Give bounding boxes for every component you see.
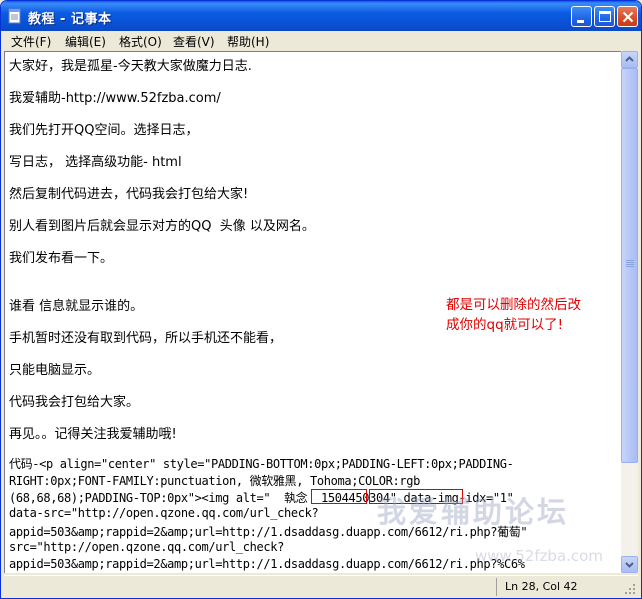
scroll-up-button[interactable]	[621, 51, 638, 68]
window-title: 教程 - 记事本	[28, 12, 112, 27]
text-line: 别人看到图片后就会显示对方的QQ 头像 以及网名。	[9, 219, 315, 234]
vertical-scrollbar[interactable]	[621, 51, 638, 573]
text-line: 然后复制代码进去，代码我会打包给大家!	[9, 187, 249, 202]
title-bar[interactable]: 教程 - 记事本	[1, 1, 641, 31]
text-editor[interactable]: 大家好，我是孤星-今天教大家做魔力日志. 我爱辅助-http://www.52f…	[4, 51, 621, 573]
menu-bar: 文件(F) 编辑(E) 格式(O) 查看(V) 帮助(H)	[4, 31, 638, 50]
resize-grip-icon[interactable]	[624, 583, 636, 595]
close-button[interactable]	[617, 6, 638, 27]
scroll-down-button[interactable]	[621, 556, 638, 573]
menu-view[interactable]: 查看(V)	[173, 33, 215, 50]
text-line: 谁看 信息就显示谁的。	[9, 299, 144, 314]
watermark-url: www.52fzba.com	[475, 547, 603, 565]
minimize-button[interactable]	[571, 6, 592, 27]
text-line: 我们先打开QQ空间。选择日志，	[9, 123, 199, 138]
nickname-highlight-box	[311, 489, 367, 504]
code-line: appid=503&amp;rappid=2&amp;url=http://1.…	[9, 557, 525, 571]
text-line: 代码我会打包给大家。	[9, 395, 140, 410]
text-line: 大家好，我是孤星-今天教大家做魔力日志.	[9, 59, 252, 74]
notepad-icon	[8, 8, 21, 24]
code-line: RIGHT:0px;FONT-FAMILY:punctuation, 微软雅黑,…	[9, 474, 420, 488]
watermark-text: 我爱辅助论坛	[377, 495, 570, 529]
chevron-up-icon	[625, 56, 634, 62]
minimize-icon	[577, 20, 584, 23]
text-line: 我爱辅助-http://www.52fzba.com/	[9, 91, 221, 106]
text-line: 我们发布看一下。	[9, 251, 114, 266]
menu-edit[interactable]: 编辑(E)	[65, 33, 106, 50]
maximize-icon	[599, 11, 611, 22]
text-line: 再见。。记得关注我爱辅助哦!	[9, 427, 177, 442]
text-line: 手机暂时还没有取到代码，所以手机还不能看，	[9, 331, 283, 346]
maximize-button[interactable]	[594, 6, 615, 27]
menu-help[interactable]: 帮助(H)	[227, 33, 269, 50]
chevron-down-icon	[625, 562, 634, 568]
text-line: 只能电脑显示。	[9, 363, 101, 378]
cursor-position: Ln 28, Col 42	[505, 580, 578, 593]
code-line: 代码-<p align="center" style="PADDING-BOTT…	[9, 457, 514, 471]
text-line: 写日志， 选择高级功能- html	[9, 155, 182, 170]
close-icon	[622, 11, 634, 23]
menu-file[interactable]: 文件(F)	[11, 33, 51, 50]
code-line: src="http://open.qzone.qq.com/url_check?	[9, 540, 284, 554]
annotation-note: 都是可以删除的然后改 成你的qq就可以了!	[446, 297, 581, 333]
scroll-thumb[interactable]	[621, 68, 638, 463]
cursor-position-pane: Ln 28, Col 42	[496, 578, 639, 596]
status-bar: Ln 28, Col 42	[4, 575, 638, 597]
menu-format[interactable]: 格式(O)	[119, 33, 162, 50]
notepad-window: 教程 - 记事本 文件(F) 编辑(E) 格式(O) 查看(V) 帮助(H) 大…	[0, 0, 642, 599]
code-line: data-src="http://open.qzone.qq.com/url_c…	[9, 506, 319, 520]
